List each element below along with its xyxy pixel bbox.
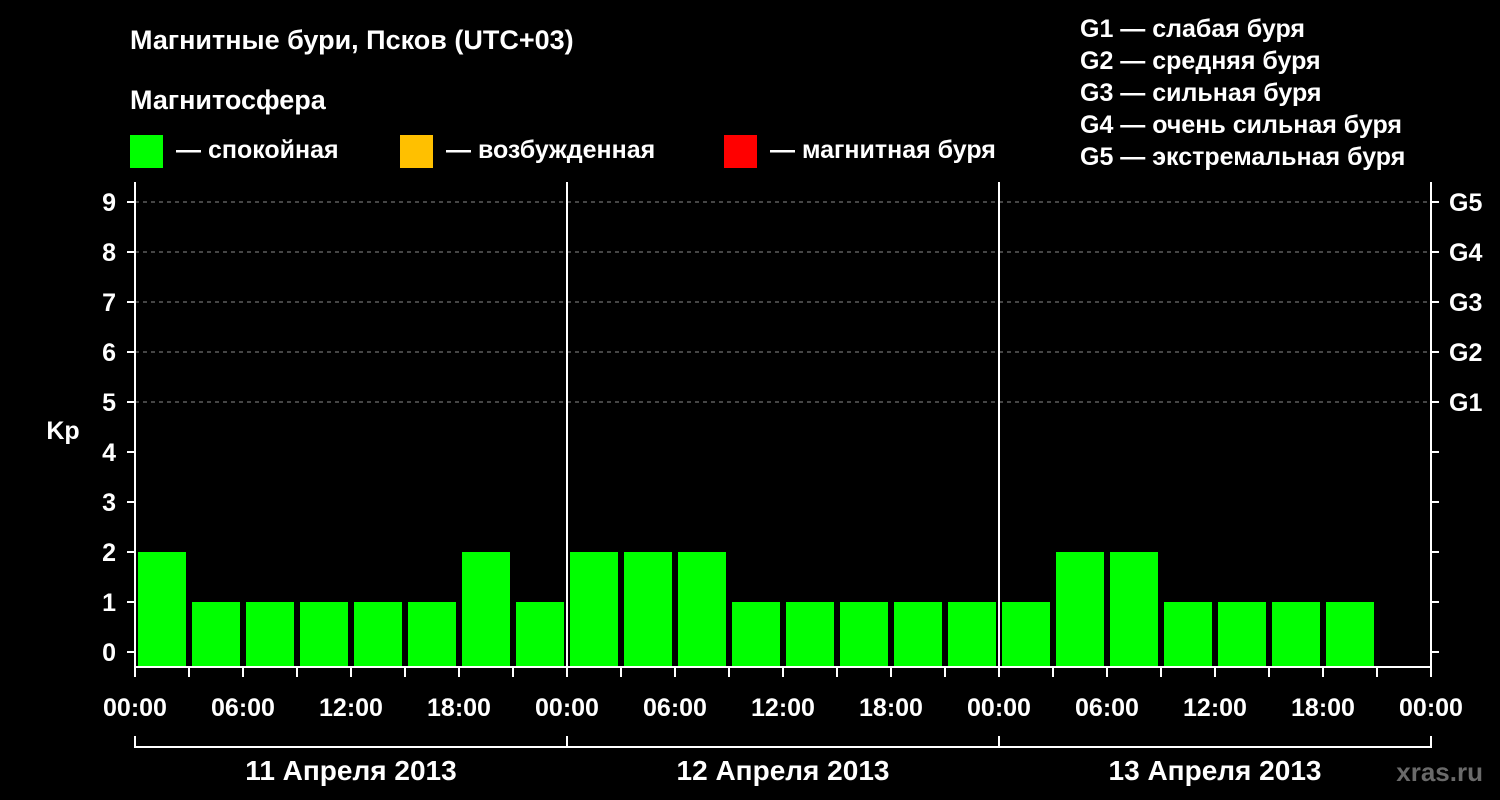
x-tick-label: 06:00	[211, 694, 275, 722]
day-label: 13 Апреля 2013	[1109, 755, 1322, 786]
x-tick-label: 18:00	[1291, 694, 1355, 722]
legend-swatch	[724, 135, 757, 168]
g-level-label: G5	[1449, 189, 1482, 217]
storm-level-item: G1 — слабая буря	[1080, 15, 1305, 43]
kp-bar	[678, 552, 726, 667]
x-tick-label: 18:00	[859, 694, 923, 722]
kp-bar	[408, 602, 456, 667]
legend-swatch	[130, 135, 163, 168]
kp-bar	[516, 602, 564, 667]
y-tick-label: 0	[102, 639, 116, 667]
y-tick-label: 5	[102, 389, 116, 417]
kp-bar	[246, 602, 294, 667]
g-level-label: G2	[1449, 339, 1482, 367]
plot-area: 0 1 2 3 4 5 6 7 8 9 G1 G2 G3 G4 G5 00:00 06:00 12:00 18:00…	[102, 182, 1482, 786]
kp-bar	[732, 602, 780, 667]
y-tick-label: 6	[102, 339, 116, 367]
kp-bar	[840, 602, 888, 667]
g-level-label: G4	[1449, 239, 1482, 267]
kp-bar	[462, 552, 510, 667]
legend-heading: Магнитосфера	[130, 85, 327, 115]
y-tick-label: 8	[102, 239, 116, 267]
x-tick-label: 00:00	[535, 694, 599, 722]
legend-label: — магнитная буря	[770, 136, 996, 164]
legend: — спокойная — возбужденная — магнитная бур…	[130, 135, 996, 168]
kp-bar	[138, 552, 186, 667]
legend-label: — возбужденная	[446, 136, 655, 164]
g-level-label: G3	[1449, 289, 1482, 317]
x-tick-label: 00:00	[103, 694, 167, 722]
kp-bar	[300, 602, 348, 667]
x-tick-label: 12:00	[751, 694, 815, 722]
kp-chart: Магнитные бури, Псков (UTC+03) Магнитосф…	[46, 15, 1483, 787]
kp-bar	[354, 602, 402, 667]
legend-label: — спокойная	[176, 136, 339, 164]
kp-bar	[624, 552, 672, 667]
y-tick-label: 3	[102, 489, 116, 517]
x-tick-label: 06:00	[1075, 694, 1139, 722]
y-tick-label: 9	[102, 189, 116, 217]
storm-level-item: G4 — очень сильная буря	[1080, 111, 1402, 139]
g-level-label: G1	[1449, 389, 1482, 417]
day-label: 11 Апреля 2013	[245, 755, 456, 786]
x-tick-label: 00:00	[1399, 694, 1463, 722]
watermark: xras.ru	[1396, 757, 1483, 787]
kp-bar	[1056, 552, 1104, 667]
y-tick-label: 7	[102, 289, 116, 317]
storm-level-item: G3 — сильная буря	[1080, 79, 1322, 107]
x-tick-label: 12:00	[1183, 694, 1247, 722]
kp-bar	[1326, 602, 1374, 667]
kp-bar	[1002, 602, 1050, 667]
kp-bar	[1164, 602, 1212, 667]
kp-bar	[570, 552, 618, 667]
chart-title: Магнитные бури, Псков (UTC+03)	[130, 25, 574, 55]
storm-level-list: G1 — слабая буря G2 — средняя буря G3 — си…	[1080, 15, 1405, 171]
x-tick-label: 18:00	[427, 694, 491, 722]
day-label: 12 Апреля 2013	[677, 755, 890, 786]
kp-bar	[1218, 602, 1266, 667]
storm-level-item: G2 — средняя буря	[1080, 47, 1321, 75]
y-tick-label: 2	[102, 539, 116, 567]
y-tick-label: 1	[102, 589, 116, 617]
legend-swatch	[400, 135, 433, 168]
y-tick-label: 4	[102, 439, 116, 467]
kp-bar	[1272, 602, 1320, 667]
x-tick-label: 12:00	[319, 694, 383, 722]
kp-bar	[192, 602, 240, 667]
y-axis-label: Kp	[46, 417, 79, 445]
kp-bar	[948, 602, 996, 667]
x-tick-label: 00:00	[967, 694, 1031, 722]
kp-bar	[894, 602, 942, 667]
x-tick-label: 06:00	[643, 694, 707, 722]
storm-level-item: G5 — экстремальная буря	[1080, 143, 1405, 171]
kp-bar	[1110, 552, 1158, 667]
kp-bar	[786, 602, 834, 667]
